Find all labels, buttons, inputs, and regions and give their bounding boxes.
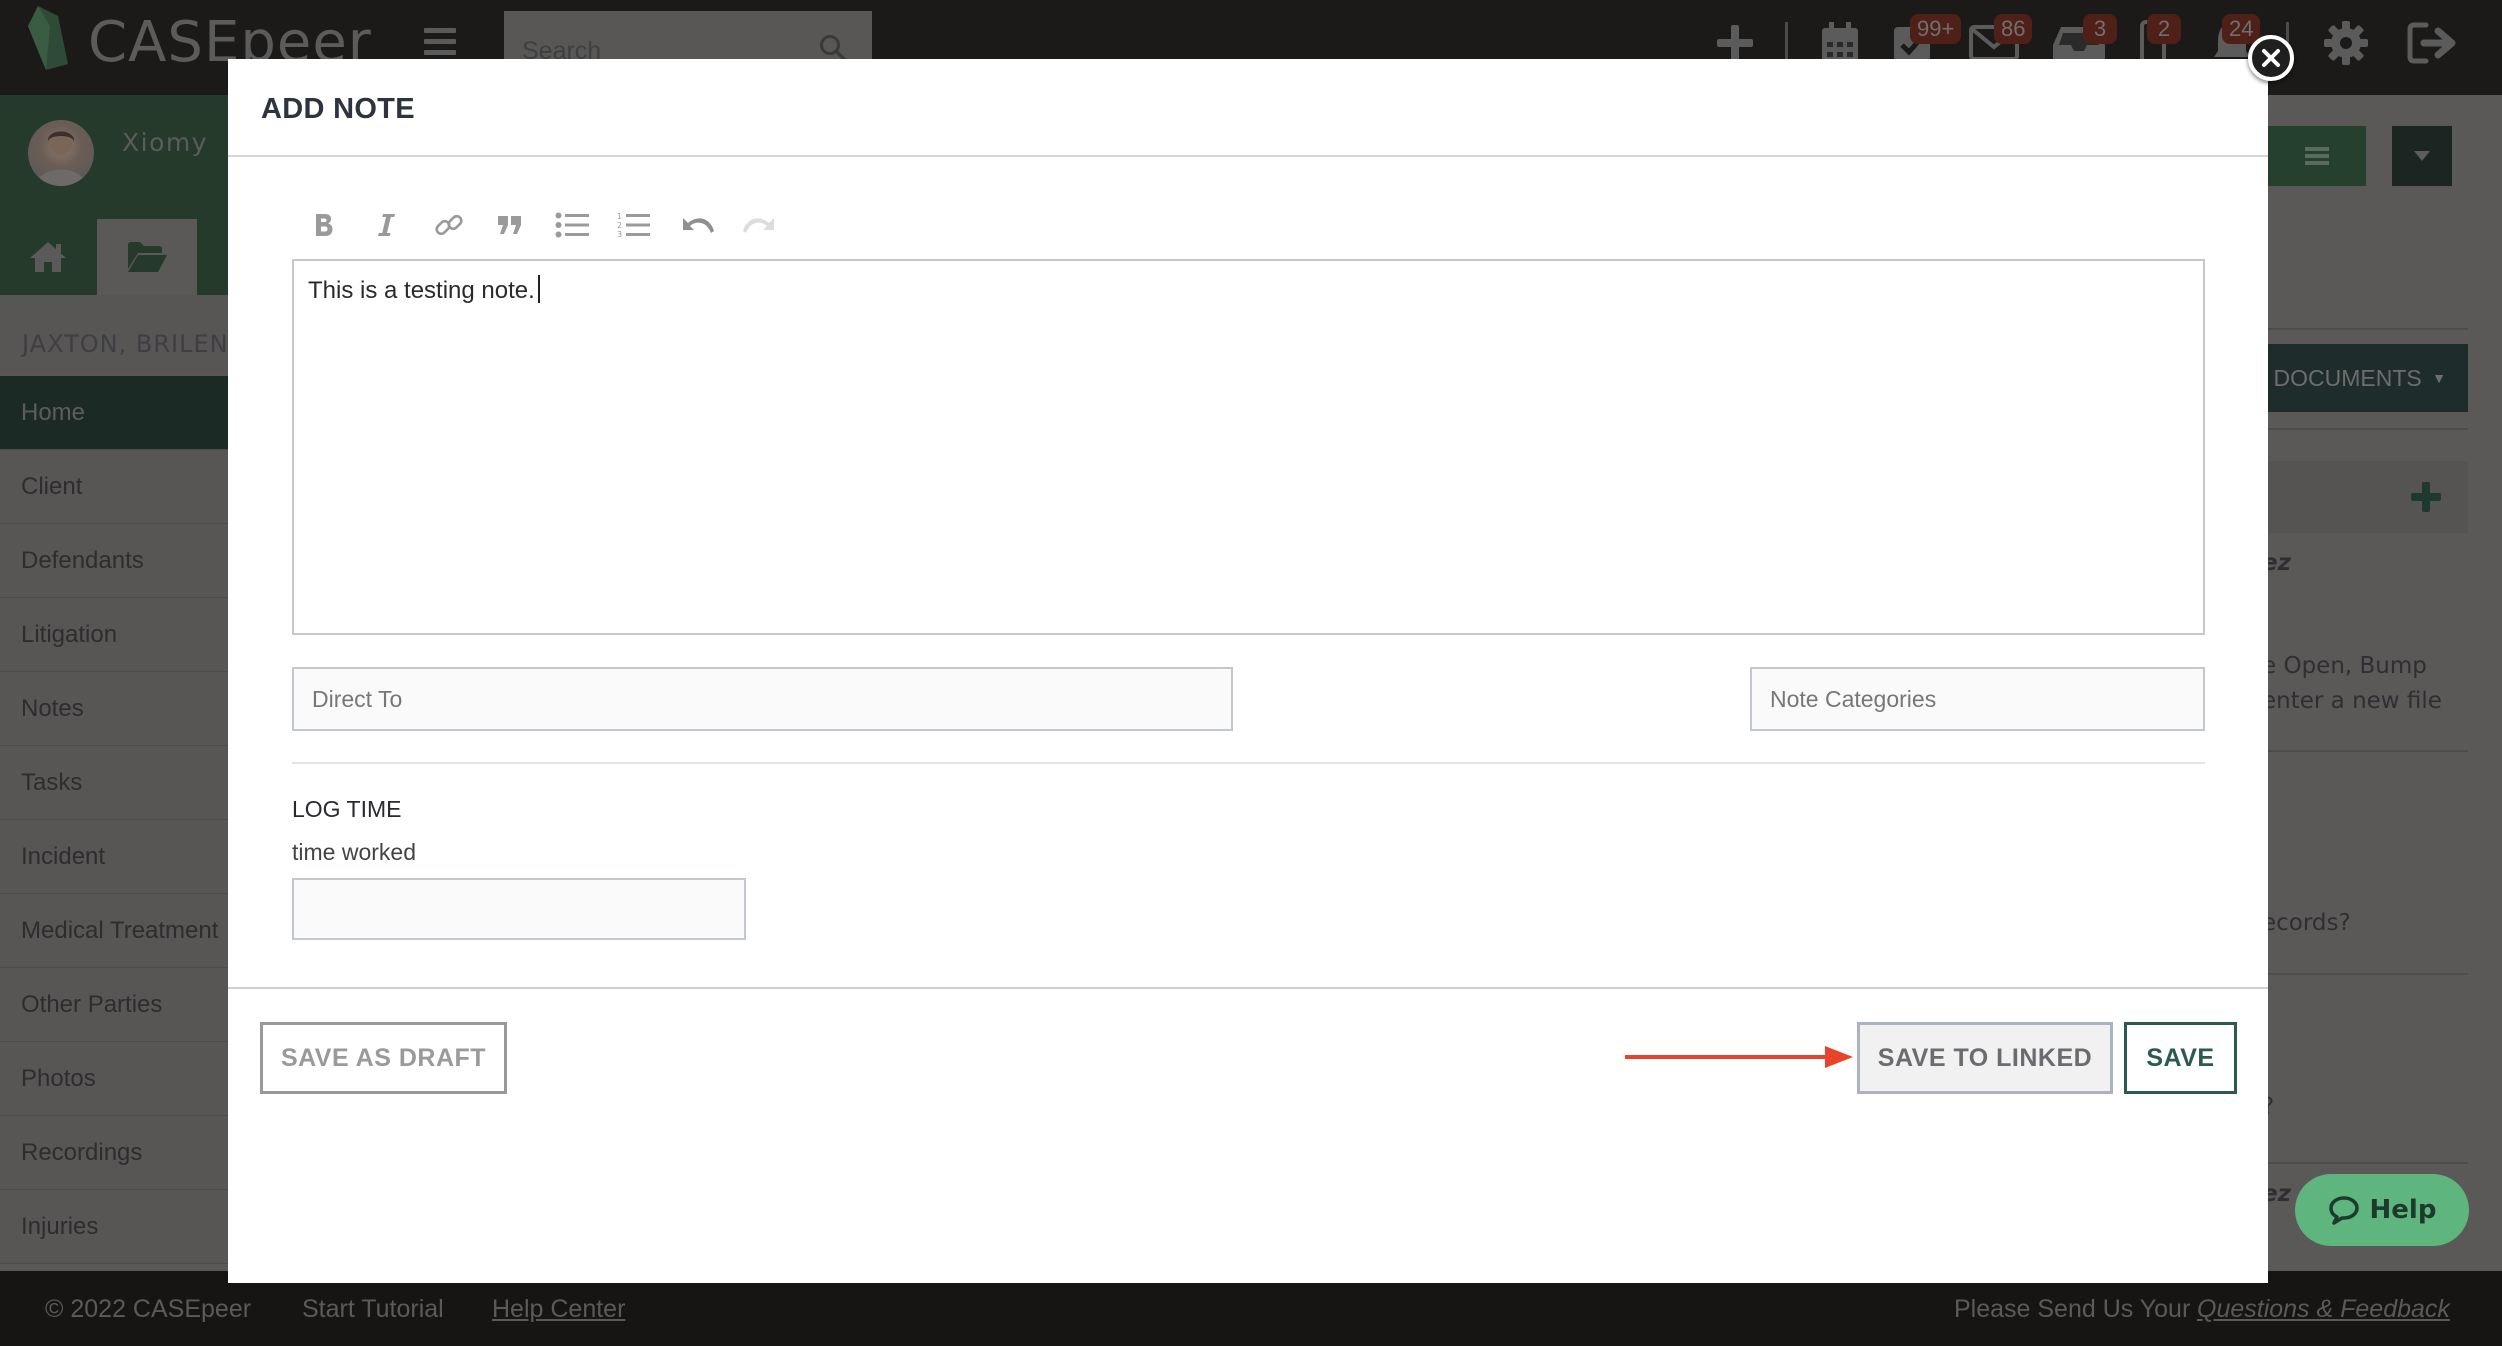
right-panel xyxy=(2268,95,2502,1271)
divider xyxy=(228,987,2268,989)
tab-case-files[interactable] xyxy=(97,219,197,295)
close-icon xyxy=(2262,49,2280,67)
casepeer-logo-icon xyxy=(28,6,68,70)
actions-menu-button[interactable] xyxy=(2268,126,2366,186)
sidebar-item-incident[interactable]: Incident xyxy=(0,820,228,894)
redo-icon xyxy=(743,218,774,233)
note-snippet-text: ecords? xyxy=(2262,910,2351,936)
client-name: JAXTON, BRILENE xyxy=(22,330,245,358)
save-as-draft-button[interactable]: SAVE AS DRAFT xyxy=(260,1022,507,1094)
sidebar-item-litigation[interactable]: Litigation xyxy=(0,598,228,672)
bold-button[interactable] xyxy=(304,207,344,243)
divider xyxy=(2268,973,2468,975)
add-row xyxy=(2268,461,2468,533)
home-icon xyxy=(30,242,66,272)
svg-text:3: 3 xyxy=(617,230,622,239)
help-label: Help xyxy=(2369,1195,2437,1225)
dropdown-button[interactable] xyxy=(2392,126,2452,186)
divider xyxy=(228,155,2268,157)
start-tutorial-link[interactable]: Start Tutorial xyxy=(302,1295,444,1324)
divider xyxy=(292,762,2205,764)
note-categories-input[interactable]: Note Categories xyxy=(1750,667,2205,731)
italic-button[interactable] xyxy=(367,207,407,243)
italic-icon xyxy=(378,214,395,236)
undo-button[interactable] xyxy=(678,207,718,243)
save-to-linked-button[interactable]: SAVE TO LINKED xyxy=(1857,1022,2113,1094)
modal-title: ADD NOTE xyxy=(261,93,415,125)
feedback-link[interactable]: Questions & Feedback xyxy=(2197,1295,2450,1324)
divider xyxy=(2268,1162,2468,1164)
caret-down-icon: ▼ xyxy=(2432,370,2446,386)
bold-icon xyxy=(316,214,333,236)
notifications-badge: 24 xyxy=(2222,14,2261,44)
note-snippet-text: e Open, Bump xyxy=(2262,653,2427,679)
folder-open-icon xyxy=(128,242,167,272)
add-icon[interactable] xyxy=(2408,479,2444,515)
link-button[interactable] xyxy=(429,207,469,243)
bulleted-list-icon xyxy=(555,212,589,238)
close-modal-button[interactable] xyxy=(2248,35,2294,81)
link-icon xyxy=(435,214,463,236)
case-sidebar: Home Client Defendants Litigation Notes … xyxy=(0,376,228,1264)
sidebar-item-defendants[interactable]: Defendants xyxy=(0,524,228,598)
numbered-list-icon: 123 xyxy=(617,212,650,239)
undo-icon xyxy=(683,218,714,233)
hamburger-icon xyxy=(2305,144,2329,168)
help-button[interactable]: Help xyxy=(2295,1174,2469,1246)
logout-icon[interactable] xyxy=(2406,18,2460,68)
documents-dropdown-button[interactable]: DOCUMENTS ▼ xyxy=(2268,344,2468,412)
caret-down-icon xyxy=(2414,151,2430,161)
redo-button[interactable] xyxy=(739,207,779,243)
svg-text:2: 2 xyxy=(617,221,622,230)
sidebar-item-medical-treatment[interactable]: Medical Treatment xyxy=(0,894,228,968)
divider xyxy=(2268,428,2468,430)
sidebar-item-tasks[interactable]: Tasks xyxy=(0,746,228,820)
annotation-arrow-icon xyxy=(1625,1046,1853,1068)
mail-badge: 86 xyxy=(1994,14,2033,44)
bulleted-list-button[interactable] xyxy=(552,207,592,243)
note-editor[interactable]: This is a testing note. xyxy=(292,259,2205,635)
divider xyxy=(2268,328,2468,330)
add-note-modal: ADD NOTE 123 This is a testing note. Dir… xyxy=(228,59,2268,1283)
sidebar-item-client[interactable]: Client xyxy=(0,450,228,524)
inbox-badge: 3 xyxy=(2083,14,2117,44)
text-cursor xyxy=(537,275,540,303)
editor-text: This is a testing note. xyxy=(308,277,535,304)
time-worked-label: time worked xyxy=(292,839,416,865)
tasks-badge: 99+ xyxy=(1910,14,1962,44)
documents-label: DOCUMENTS xyxy=(2273,365,2422,391)
gear-icon[interactable] xyxy=(2322,18,2370,68)
quote-icon xyxy=(498,216,521,234)
svg-text:1: 1 xyxy=(617,212,622,221)
phone-badge: 2 xyxy=(2147,14,2181,44)
copyright-text: © 2022 CASEpeer xyxy=(45,1295,252,1323)
save-button[interactable]: SAVE xyxy=(2124,1022,2237,1094)
main-menu-button[interactable] xyxy=(424,28,456,56)
divider xyxy=(2268,750,2468,752)
log-time-heading: LOG TIME xyxy=(292,796,402,822)
direct-to-input[interactable]: Direct To xyxy=(292,667,1233,731)
feedback-prompt-text: Please Send Us Your xyxy=(1954,1295,2191,1323)
user-name[interactable]: Xiomy xyxy=(122,128,208,157)
user-avatar[interactable] xyxy=(28,120,94,186)
tab-home[interactable] xyxy=(0,219,96,295)
sidebar-item-other-parties[interactable]: Other Parties xyxy=(0,968,228,1042)
chat-bubble-icon xyxy=(2328,1196,2359,1225)
blockquote-button[interactable] xyxy=(490,207,530,243)
note-snippet-text: enter a new file xyxy=(2262,688,2442,714)
sidebar-item-photos[interactable]: Photos xyxy=(0,1042,228,1116)
sidebar-item-injuries[interactable]: Injuries xyxy=(0,1190,228,1264)
sidebar-item-home[interactable]: Home xyxy=(0,376,228,450)
help-center-link[interactable]: Help Center xyxy=(492,1295,625,1324)
sidebar-item-recordings[interactable]: Recordings xyxy=(0,1116,228,1190)
sidebar-item-notes[interactable]: Notes xyxy=(0,672,228,746)
time-worked-input[interactable] xyxy=(292,878,746,940)
numbered-list-button[interactable]: 123 xyxy=(613,207,653,243)
